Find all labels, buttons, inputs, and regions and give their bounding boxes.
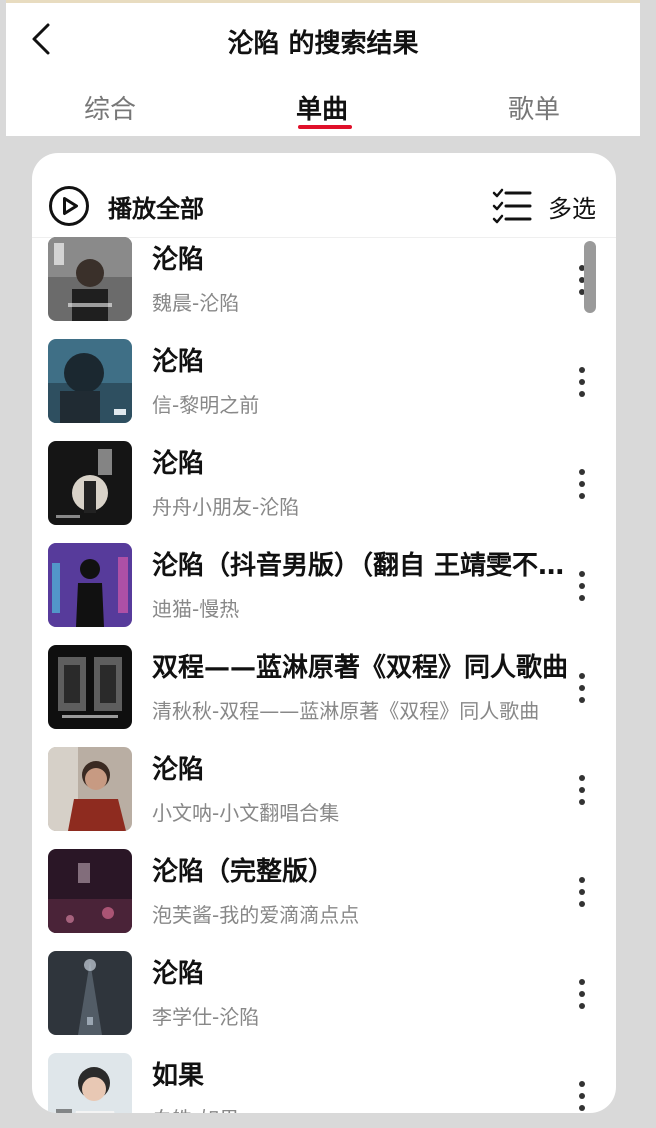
tab-bar: 综合 单曲 歌单 <box>6 89 640 133</box>
song-title: 双程——蓝淋原著《双程》同人歌曲 <box>152 653 569 683</box>
song-artist-album: 泡芙酱-我的爱滴滴点点 <box>152 903 360 927</box>
song-title: 沦陷 <box>152 449 205 479</box>
album-cover[interactable] <box>48 237 132 321</box>
song-row[interactable]: 沦陷 小文呐-小文翻唱合集 <box>32 747 616 849</box>
play-all-label: 播放全部 <box>108 194 204 223</box>
header: 沦陷 的搜索结果 综合 单曲 歌单 <box>6 3 640 136</box>
album-cover[interactable] <box>48 543 132 627</box>
tab-songs[interactable]: 单曲 <box>296 89 348 126</box>
more-options-button[interactable] <box>572 569 592 603</box>
more-vertical-icon <box>579 367 585 397</box>
more-options-button[interactable] <box>572 875 592 909</box>
tab-playlists[interactable]: 歌单 <box>508 89 560 126</box>
song-artist-album: 李学仕-沦陷 <box>152 1005 260 1029</box>
album-cover[interactable] <box>48 339 132 423</box>
song-artist-album: 魏晨-沦陷 <box>152 291 240 315</box>
album-cover[interactable] <box>48 1053 132 1113</box>
more-options-button[interactable] <box>572 467 592 501</box>
more-vertical-icon <box>579 469 585 499</box>
album-cover[interactable] <box>48 951 132 1035</box>
song-title: 沦陷 <box>152 245 205 275</box>
album-cover[interactable] <box>48 747 132 831</box>
more-vertical-icon <box>579 571 585 601</box>
multi-select-button[interactable]: 多选 <box>492 184 596 228</box>
scrollbar-thumb[interactable] <box>584 241 596 313</box>
album-cover[interactable] <box>48 645 132 729</box>
song-row[interactable]: 沦陷（完整版） 泡芙酱-我的爱滴滴点点 <box>32 849 616 951</box>
album-cover[interactable] <box>48 441 132 525</box>
checklist-icon <box>492 188 532 224</box>
song-artist-album: 清秋秋-双程——蓝淋原著《双程》同人歌曲 <box>152 699 540 723</box>
more-vertical-icon <box>579 775 585 805</box>
multi-select-label: 多选 <box>548 194 596 223</box>
song-row[interactable]: 沦陷（抖音男版）（翻自 王靖雯不胖） 迪猫-慢热 <box>32 543 616 645</box>
more-options-button[interactable] <box>572 977 592 1011</box>
play-circle-icon <box>49 186 89 226</box>
more-options-button[interactable] <box>572 671 592 705</box>
song-title: 沦陷 <box>152 959 205 989</box>
song-artist-album: 小文呐-小文翻唱合集 <box>152 801 340 825</box>
active-tab-indicator <box>298 125 352 129</box>
song-title: 如果 <box>152 1061 205 1091</box>
song-row[interactable]: 沦陷 舟舟小朋友-沦陷 <box>32 441 616 543</box>
song-artist-album: 迪猫-慢热 <box>152 597 240 621</box>
right-frame <box>640 0 656 1128</box>
song-title: 沦陷（抖音男版）（翻自 王靖雯不胖） <box>152 551 572 581</box>
more-options-button[interactable] <box>572 365 592 399</box>
play-all-button[interactable]: 播放全部 <box>48 184 204 228</box>
more-options-button[interactable] <box>572 1079 592 1113</box>
song-row[interactable]: 如果 白皓-如果 <box>32 1053 616 1113</box>
song-row[interactable]: 沦陷 魏晨-沦陷 <box>32 237 616 339</box>
more-vertical-icon <box>579 1081 585 1111</box>
song-row[interactable]: 沦陷 信-黎明之前 <box>32 339 616 441</box>
more-options-button[interactable] <box>572 773 592 807</box>
song-title: 沦陷（完整版） <box>152 857 335 887</box>
more-vertical-icon <box>579 877 585 907</box>
more-vertical-icon <box>579 673 585 703</box>
song-row[interactable]: 双程——蓝淋原著《双程》同人歌曲 清秋秋-双程——蓝淋原著《双程》同人歌曲 <box>32 645 616 747</box>
song-artist-album: 舟舟小朋友-沦陷 <box>152 495 300 519</box>
song-row[interactable]: 沦陷 李学仕-沦陷 <box>32 951 616 1053</box>
song-artist-album: 白皓-如果 <box>152 1103 576 1113</box>
page-title: 沦陷 的搜索结果 <box>227 29 419 59</box>
song-title: 沦陷 <box>152 755 205 785</box>
tab-all[interactable]: 综合 <box>84 89 136 126</box>
results-card: 播放全部 多选 沦陷 魏晨-沦陷 沦陷 信-黎明之前 沦陷 舟舟小朋友-沦陷 沦… <box>32 153 616 1113</box>
song-artist-album: 信-黎明之前 <box>152 393 260 417</box>
album-cover[interactable] <box>48 849 132 933</box>
song-title: 沦陷 <box>152 347 205 377</box>
more-vertical-icon <box>579 979 585 1009</box>
